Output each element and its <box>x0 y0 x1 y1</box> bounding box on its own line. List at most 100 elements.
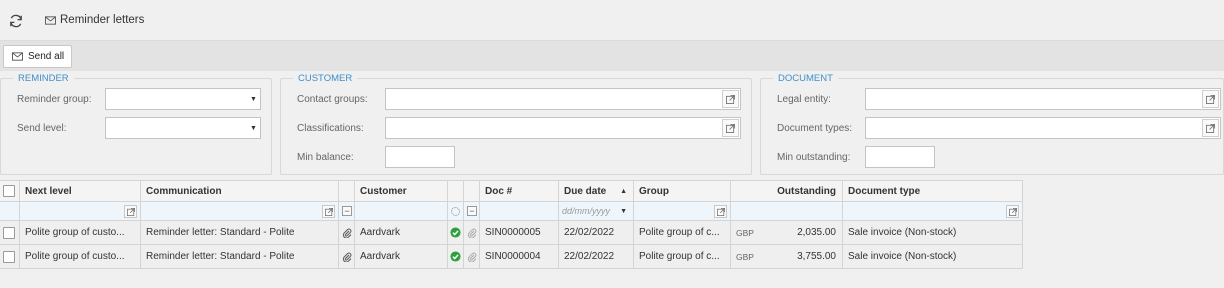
classifications-field[interactable] <box>385 117 741 139</box>
cell-status <box>448 221 464 244</box>
open-lookup-button[interactable] <box>722 119 739 137</box>
cell-document-type: Sale invoice (Non-stock) <box>843 245 1023 268</box>
mail-icon <box>45 16 56 25</box>
cell-doc-attachment[interactable] <box>464 245 480 268</box>
document-types-field[interactable] <box>865 117 1221 139</box>
cell-doc-attachment[interactable] <box>464 221 480 244</box>
cell-communication: Reminder letter: Standard - Polite <box>141 221 339 244</box>
table-row[interactable]: Polite group of custo... Reminder letter… <box>0 245 1023 269</box>
col-doc-attachment <box>464 181 480 201</box>
filter-lookup-button[interactable] <box>1006 205 1019 218</box>
filter-lookup-button[interactable] <box>322 205 335 218</box>
filter-group[interactable] <box>634 202 731 220</box>
col-next-level[interactable]: Next level <box>20 181 141 201</box>
grid-header-row: Next level Communication Customer Doc # … <box>0 180 1023 202</box>
col-outstanding[interactable]: Outstanding <box>731 181 843 201</box>
col-due-date[interactable]: Due date ▲ <box>559 181 634 201</box>
outstanding-amount: 2,035.00 <box>797 227 836 238</box>
select-all-checkbox[interactable] <box>3 185 15 197</box>
page-title-wrap: Reminder letters <box>45 14 144 26</box>
minus-icon: − <box>467 206 477 216</box>
external-link-icon <box>1206 95 1215 104</box>
filter-lookup-button[interactable] <box>714 205 727 218</box>
reminder-group-select[interactable]: ▼ <box>105 88 261 110</box>
toolbar: Send all <box>0 41 1224 71</box>
send-level-select[interactable]: ▼ <box>105 117 261 139</box>
table-row[interactable]: Polite group of custo... Reminder letter… <box>0 221 1023 245</box>
legal-entity-field[interactable] <box>865 88 1221 110</box>
cell-attachment[interactable] <box>339 221 355 244</box>
filter-outstanding[interactable] <box>731 202 843 220</box>
minus-icon: − <box>342 206 352 216</box>
contact-groups-label: Contact groups: <box>297 94 368 105</box>
min-outstanding-label: Min outstanding: <box>777 152 851 163</box>
send-all-button[interactable]: Send all <box>3 45 73 68</box>
dotted-circle-icon <box>451 206 460 216</box>
cell-doc-number: SIN0000004 <box>480 245 559 268</box>
external-link-icon <box>726 124 735 133</box>
filter-customer[interactable] <box>355 202 448 220</box>
external-link-icon <box>1206 124 1215 133</box>
external-link-icon <box>726 95 735 104</box>
cell-group: Polite group of c... <box>634 221 731 244</box>
col-doc-number[interactable]: Doc # <box>480 181 559 201</box>
cell-outstanding: GBP 3,755.00 <box>731 245 843 268</box>
currency-code: GBP <box>736 251 754 262</box>
filter-status[interactable] <box>448 202 464 220</box>
col-group[interactable]: Group <box>634 181 731 201</box>
chevron-down-icon[interactable]: ▼ <box>620 208 627 215</box>
open-lookup-button[interactable] <box>1202 119 1219 137</box>
grid-filter-row: − − dd/mm/yyyy ▼ <box>0 202 1023 221</box>
page-title: Reminder letters <box>60 14 145 26</box>
reminder-legend: REMINDER <box>13 73 74 84</box>
external-link-icon <box>1009 208 1017 216</box>
col-communication[interactable]: Communication <box>141 181 339 201</box>
filter-document-type[interactable] <box>843 202 1023 220</box>
cell-doc-number: SIN0000005 <box>480 221 559 244</box>
col-document-type[interactable]: Document type <box>843 181 1023 201</box>
due-date-placeholder: dd/mm/yyyy <box>562 206 611 216</box>
min-outstanding-field[interactable] <box>865 146 935 168</box>
row-select-cell <box>0 221 20 244</box>
paperclip-icon[interactable] <box>342 228 352 238</box>
paperclip-icon[interactable] <box>467 228 477 238</box>
cell-customer: Aardvark <box>355 221 448 244</box>
row-checkbox[interactable] <box>3 250 15 263</box>
external-link-icon <box>717 208 725 216</box>
reminder-group-label: Reminder group: <box>17 94 92 105</box>
refresh-icon[interactable] <box>8 13 24 29</box>
paperclip-icon[interactable] <box>467 252 477 262</box>
contact-groups-field[interactable] <box>385 88 741 110</box>
top-bar: Reminder letters <box>0 0 1224 41</box>
paperclip-icon[interactable] <box>342 252 352 262</box>
filter-next-level[interactable] <box>20 202 141 220</box>
filter-doc-attachment[interactable]: − <box>464 202 480 220</box>
chevron-down-icon: ▼ <box>250 95 257 103</box>
document-fieldset: DOCUMENT Legal entity: Document types: M… <box>760 73 1224 175</box>
mail-icon <box>12 52 23 61</box>
open-lookup-button[interactable] <box>722 90 739 108</box>
select-all-cell <box>0 181 20 201</box>
chevron-down-icon: ▼ <box>250 124 257 132</box>
cell-communication: Reminder letter: Standard - Polite <box>141 245 339 268</box>
cell-next-level: Polite group of custo... <box>20 221 141 244</box>
min-balance-field[interactable] <box>385 146 455 168</box>
filter-attachment[interactable]: − <box>339 202 355 220</box>
customer-fieldset: CUSTOMER Contact groups: Classifications… <box>280 73 752 175</box>
check-circle-icon <box>450 251 461 262</box>
filter-due-date[interactable]: dd/mm/yyyy ▼ <box>559 202 634 220</box>
customer-legend: CUSTOMER <box>293 73 358 84</box>
send-all-label: Send all <box>28 51 65 62</box>
cell-status <box>448 245 464 268</box>
filter-doc-number[interactable] <box>480 202 559 220</box>
filter-communication[interactable] <box>141 202 339 220</box>
reminders-grid: Next level Communication Customer Doc # … <box>0 180 1224 270</box>
external-link-icon <box>127 208 135 216</box>
col-customer[interactable]: Customer <box>355 181 448 201</box>
open-lookup-button[interactable] <box>1202 90 1219 108</box>
cell-attachment[interactable] <box>339 245 355 268</box>
cell-due-date: 22/02/2022 <box>559 245 634 268</box>
document-legend: DOCUMENT <box>773 73 838 84</box>
filter-lookup-button[interactable] <box>124 205 137 218</box>
row-checkbox[interactable] <box>3 226 15 239</box>
